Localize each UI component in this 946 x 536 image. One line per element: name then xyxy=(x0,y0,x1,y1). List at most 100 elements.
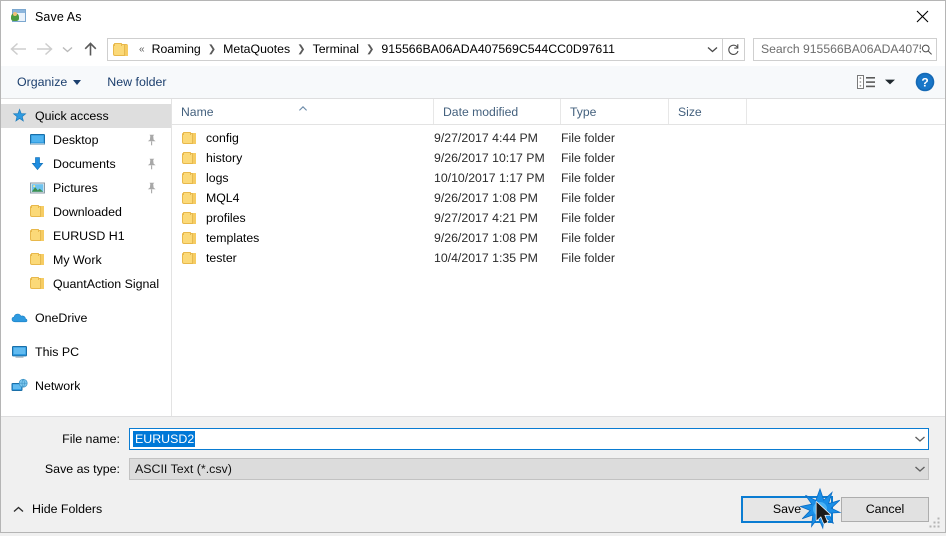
file-name-input[interactable]: EURUSD2 xyxy=(129,428,929,450)
arrow-left-icon xyxy=(9,42,26,56)
chevron-down-icon xyxy=(707,46,717,52)
up-button[interactable] xyxy=(77,36,103,62)
file-date: 9/26/2017 1:08 PM xyxy=(434,231,538,245)
file-name-label: File name: xyxy=(62,432,120,446)
refresh-button[interactable] xyxy=(723,37,745,61)
file-name-row: File name: EURUSD2 xyxy=(17,426,929,452)
content-area: Quick access Desktop Documents Pictures … xyxy=(1,99,945,417)
view-options-button[interactable] xyxy=(857,74,895,90)
table-row[interactable]: MQL4 9/26/2017 1:08 PM File folder xyxy=(172,188,945,208)
chevron-down-icon xyxy=(914,436,925,442)
forward-button[interactable] xyxy=(31,36,57,62)
folder-icon xyxy=(181,211,198,226)
search-input[interactable]: Search 915566BA06ADA40756... xyxy=(761,42,921,56)
table-row[interactable]: config 9/27/2017 4:44 PM File folder xyxy=(172,128,945,148)
save-as-type-dropdown-button[interactable] xyxy=(911,459,928,479)
file-type: File folder xyxy=(561,191,615,205)
breadcrumb-item-0[interactable]: Roaming xyxy=(150,42,203,56)
column-header-name[interactable]: Name xyxy=(172,99,434,124)
organize-button[interactable]: Organize xyxy=(17,75,82,89)
column-header-size[interactable]: Size xyxy=(669,99,747,124)
sidebar-item-eurusd-h1[interactable]: EURUSD H1 xyxy=(1,224,171,248)
recent-locations-button[interactable] xyxy=(57,36,77,62)
file-rows: config 9/27/2017 4:44 PM File folder his… xyxy=(172,125,945,416)
save-as-type-value: ASCII Text (*.csv) xyxy=(135,462,232,476)
breadcrumb-item-3[interactable]: 915566BA06ADA407569C544CC0D97611 xyxy=(379,42,617,56)
pin-icon[interactable] xyxy=(146,158,157,170)
resize-grip-icon[interactable] xyxy=(928,516,941,529)
sidebar-item-label: Pictures xyxy=(53,181,98,195)
sidebar-item-documents[interactable]: Documents xyxy=(1,152,171,176)
sidebar-item-downloaded[interactable]: Downloaded xyxy=(1,200,171,224)
pin-icon[interactable] xyxy=(146,134,157,146)
table-row[interactable]: tester 10/4/2017 1:35 PM File folder xyxy=(172,248,945,268)
save-label: Save xyxy=(772,502,802,516)
dialog-footer: Hide Folders Save Cancel xyxy=(1,486,945,532)
breadcrumb-separator: ❯ xyxy=(207,43,217,55)
chevron-up-icon xyxy=(13,506,24,512)
folder-icon xyxy=(29,228,46,244)
command-bar: Organize New folder ? xyxy=(1,66,945,99)
new-folder-button[interactable]: New folder xyxy=(107,75,166,89)
sidebar-item-label: Quick access xyxy=(35,109,109,123)
pin-icon[interactable] xyxy=(146,182,157,194)
column-header-date-modified[interactable]: Date modified xyxy=(434,99,561,124)
table-row[interactable]: history 9/26/2017 10:17 PM File folder xyxy=(172,148,945,168)
save-button[interactable]: Save xyxy=(741,495,833,523)
hide-folders-button[interactable]: Hide Folders xyxy=(13,502,102,516)
close-button[interactable] xyxy=(899,1,945,32)
column-label: Size xyxy=(678,104,702,119)
sidebar-item-onedrive[interactable]: OneDrive xyxy=(1,306,171,330)
folder-icon xyxy=(181,251,198,266)
file-name: profiles xyxy=(206,211,246,225)
sidebar-item-quick-access[interactable]: Quick access xyxy=(1,104,171,128)
sidebar-item-desktop[interactable]: Desktop xyxy=(1,128,171,152)
back-button[interactable] xyxy=(5,36,31,62)
address-dropdown-button[interactable] xyxy=(702,39,722,60)
folder-icon xyxy=(181,191,198,206)
folder-icon xyxy=(181,171,198,186)
sidebar-item-this-pc[interactable]: This PC xyxy=(1,340,171,364)
window-title: Save As xyxy=(35,9,82,24)
save-as-type-row: Save as type: ASCII Text (*.csv) xyxy=(17,456,929,482)
table-row[interactable]: logs 10/10/2017 1:17 PM File folder xyxy=(172,168,945,188)
folder-icon xyxy=(181,131,198,146)
file-name-cell: config xyxy=(172,131,434,146)
breadcrumb-separator: ❯ xyxy=(297,43,306,55)
file-name-value: EURUSD2 xyxy=(133,431,196,447)
column-label: Date modified xyxy=(443,104,519,119)
file-name: history xyxy=(206,151,243,165)
onedrive-cloud-icon xyxy=(11,310,28,326)
column-label: Name xyxy=(181,104,214,119)
sidebar-item-pictures[interactable]: Pictures xyxy=(1,176,171,200)
folder-icon xyxy=(29,204,46,220)
view-layout-icon xyxy=(857,74,875,89)
sidebar-item-quantaction-signal[interactable]: QuantAction Signal xyxy=(1,272,171,296)
search-box[interactable]: Search 915566BA06ADA40756... xyxy=(753,37,937,61)
table-row[interactable]: profiles 9/27/2017 4:21 PM File folder xyxy=(172,208,945,228)
save-as-app-icon xyxy=(10,8,27,25)
file-name-cell: MQL4 xyxy=(172,191,434,206)
table-row[interactable]: templates 9/26/2017 1:08 PM File folder xyxy=(172,228,945,248)
file-name: templates xyxy=(206,231,260,245)
hide-folders-label: Hide Folders xyxy=(32,502,103,516)
arrow-right-icon xyxy=(36,42,53,56)
file-name: config xyxy=(206,131,239,145)
help-button[interactable]: ? xyxy=(915,72,935,92)
save-form: File name: EURUSD2 Save as type: ASCII T… xyxy=(1,417,945,486)
cancel-button[interactable]: Cancel xyxy=(841,496,929,522)
breadcrumb-item-1[interactable]: MetaQuotes xyxy=(221,42,292,56)
address-bar[interactable]: « Roaming ❯ MetaQuotes ❯ Terminal ❯ 9155… xyxy=(107,37,723,61)
sidebar-item-my-work[interactable]: My Work xyxy=(1,248,171,272)
breadcrumb-item-2[interactable]: Terminal xyxy=(311,42,361,56)
file-name-dropdown-button[interactable] xyxy=(911,429,928,449)
save-as-type-select[interactable]: ASCII Text (*.csv) xyxy=(129,458,929,480)
breadcrumb-separator: ❯ xyxy=(366,43,375,55)
navigation-bar: « Roaming ❯ MetaQuotes ❯ Terminal ❯ 9155… xyxy=(1,32,945,66)
file-name: MQL4 xyxy=(206,191,240,205)
sidebar-item-network[interactable]: Network xyxy=(1,374,171,398)
file-name: logs xyxy=(206,171,229,185)
save-as-type-label: Save as type: xyxy=(44,462,120,476)
column-header-type[interactable]: Type xyxy=(561,99,669,124)
